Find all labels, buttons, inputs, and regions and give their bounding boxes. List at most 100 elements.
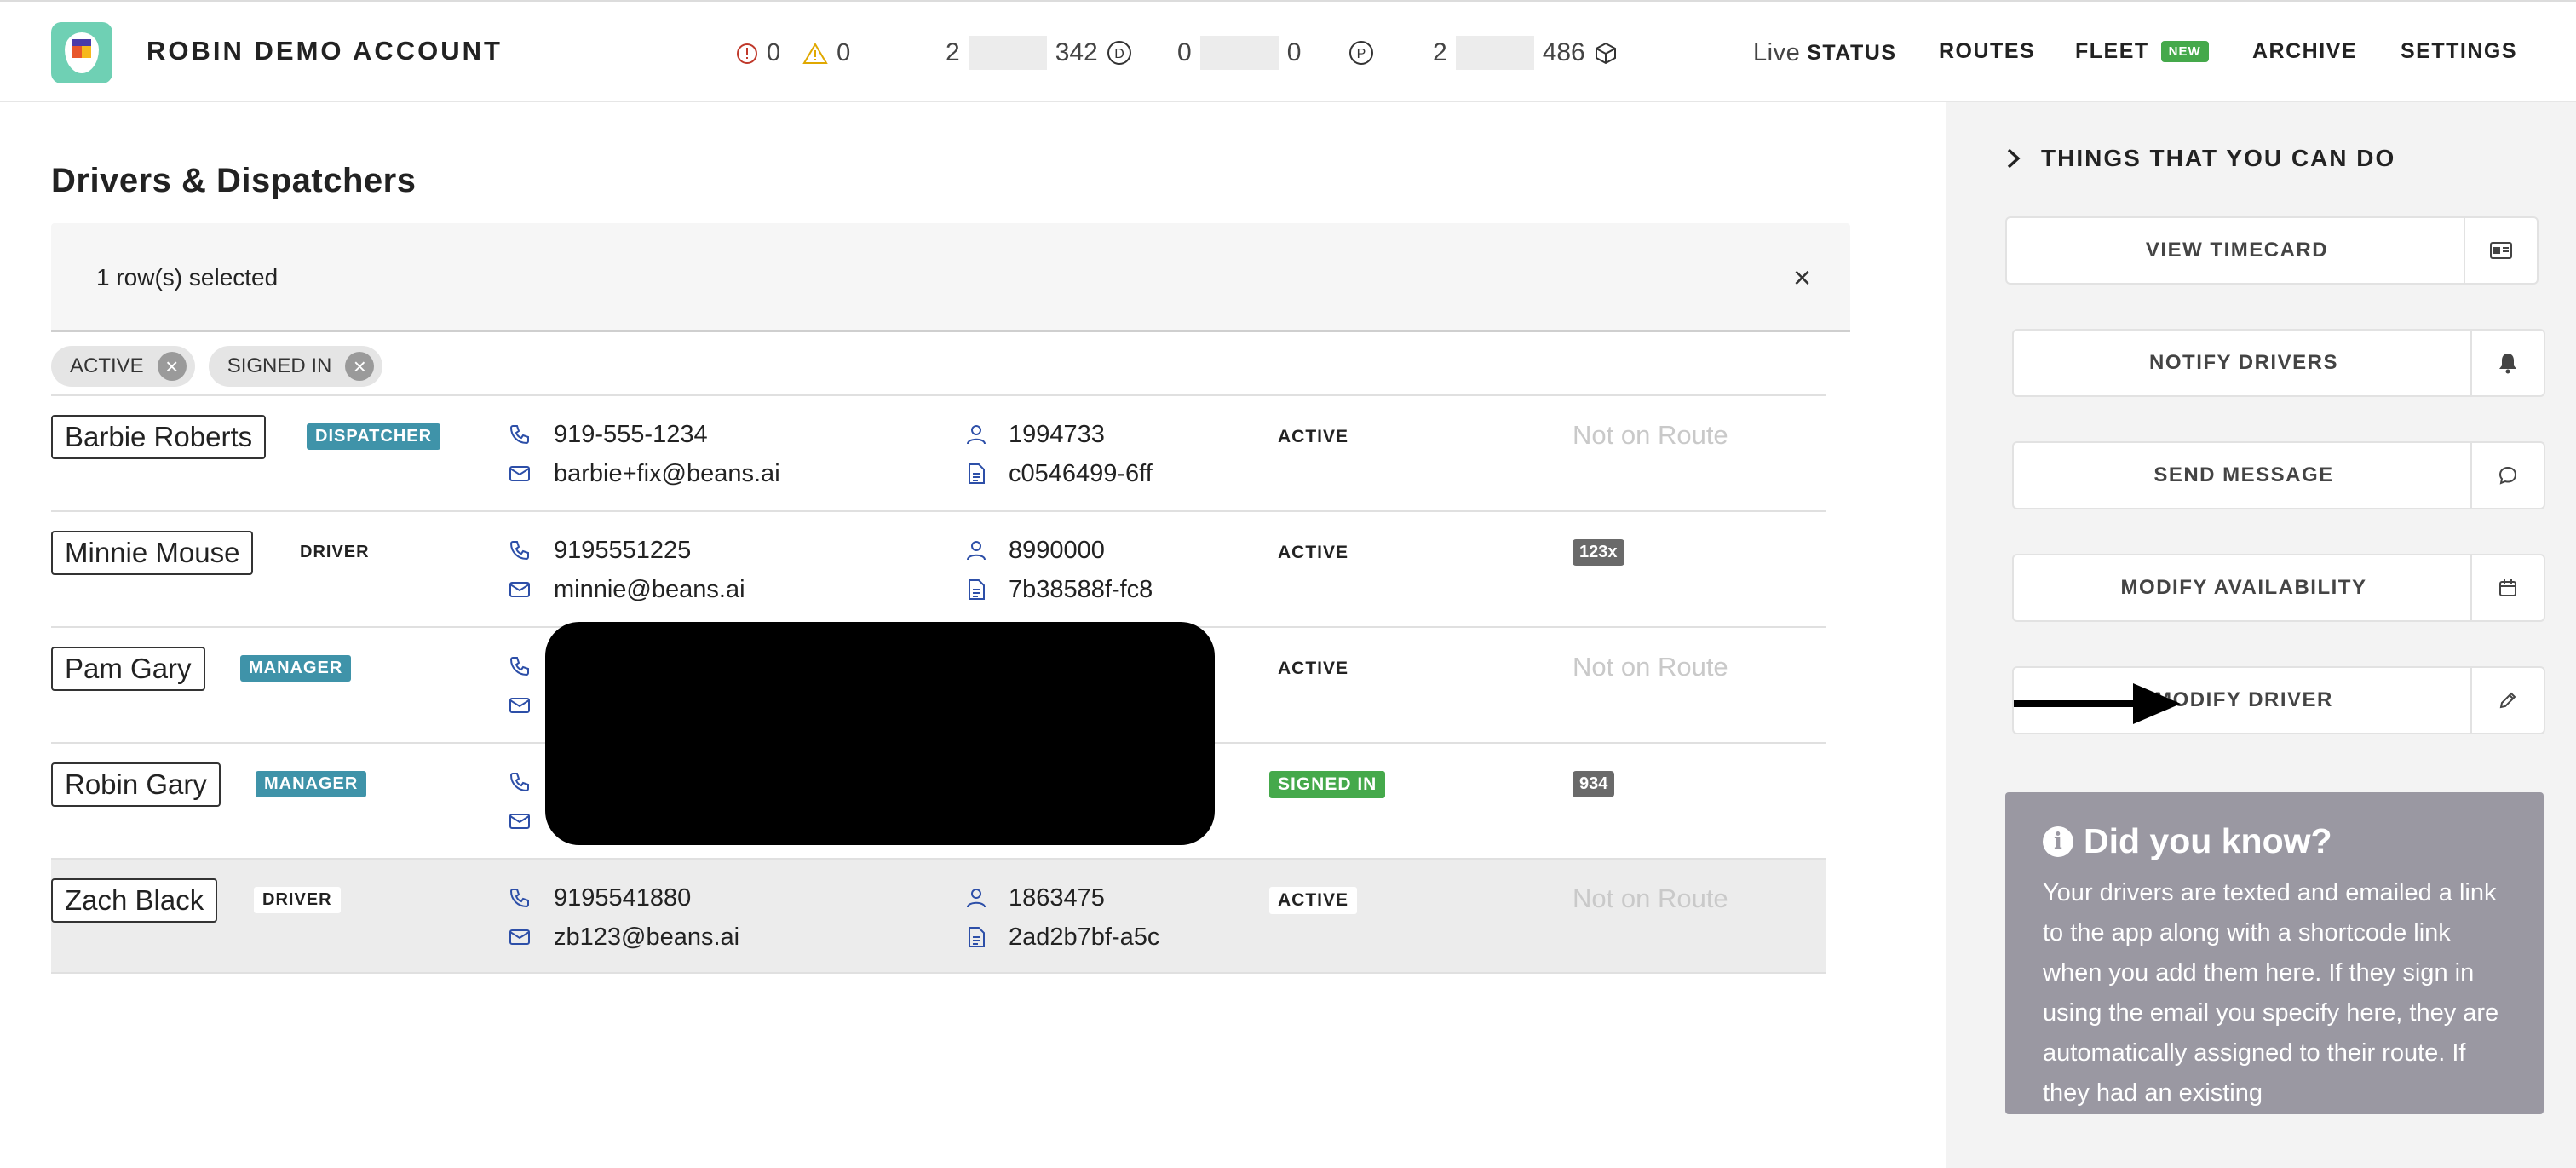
- stat-deliveries: 2 342 D: [946, 36, 1132, 70]
- stat-packages-done: 2: [1433, 38, 1447, 66]
- pointer-arrow-icon: [2014, 683, 2181, 724]
- timecard-icon: [2464, 218, 2537, 283]
- stat-packages-total: 486: [1542, 38, 1585, 66]
- filter-chip-signed-in[interactable]: SIGNED IN ×: [208, 346, 383, 387]
- send-message-label: SEND MESSAGE: [2153, 463, 2334, 486]
- email-icon: [509, 698, 530, 713]
- document-id: 7b38588f-fc8: [1009, 575, 1153, 603]
- stat-deliveries-total: 342: [1055, 38, 1098, 66]
- phone-icon: [509, 773, 529, 792]
- stat-deliveries-bar: [968, 36, 1047, 70]
- document-icon: [969, 463, 985, 484]
- nav-archive[interactable]: ARCHIVE: [2252, 39, 2357, 64]
- logo-pin-icon: [65, 32, 99, 73]
- id-info: 1994733 c0546499-6ff: [964, 415, 1153, 493]
- nav-live-status[interactable]: Live STATUS: [1753, 39, 1897, 67]
- filter-chip-active[interactable]: ACTIVE ×: [51, 346, 195, 387]
- phone-icon: [509, 541, 529, 561]
- notify-drivers-button[interactable]: NOTIFY DRIVERS: [2012, 329, 2545, 397]
- stat-packages: 2 486: [1433, 36, 1618, 70]
- pencil-icon: [2470, 668, 2544, 733]
- new-badge: NEW: [2160, 41, 2209, 62]
- document-id: c0546499-6ff: [1009, 459, 1153, 487]
- user-icon: [967, 889, 986, 908]
- selection-count: 1 row(s) selected: [96, 264, 279, 291]
- document-icon: [969, 927, 985, 947]
- filter-chips: ACTIVE × SIGNED IN ×: [51, 346, 383, 387]
- clear-selection-button[interactable]: ×: [1793, 257, 1811, 298]
- filter-chip-label: ACTIVE: [70, 354, 144, 377]
- route-badge[interactable]: 123x: [1573, 539, 1624, 566]
- email-icon: [509, 929, 530, 945]
- remove-filter-icon[interactable]: ×: [157, 352, 187, 381]
- email-icon: [509, 582, 530, 597]
- email-address: zb123@beans.ai: [554, 923, 740, 951]
- actions-header[interactable]: THINGS THAT YOU CAN DO: [2005, 145, 2395, 172]
- nav-fleet-label: FLEET: [2075, 39, 2149, 63]
- route-badge[interactable]: 934: [1573, 771, 1615, 797]
- driver-name[interactable]: Zach Black: [51, 878, 218, 923]
- chevron-right-icon: [2007, 148, 2021, 169]
- modify-availability-label: MODIFY AVAILABILITY: [2120, 576, 2367, 599]
- email-icon: [509, 466, 530, 481]
- delivery-d-icon: D: [1107, 41, 1131, 65]
- view-timecard-button[interactable]: VIEW TIMECARD: [2005, 216, 2539, 285]
- role-badge: DRIVER: [254, 887, 341, 913]
- stat-deliveries-done: 2: [946, 38, 960, 66]
- user-id: 8990000: [1009, 536, 1105, 564]
- id-info: 8990000 7b38588f-fc8: [964, 531, 1153, 609]
- modify-availability-button[interactable]: MODIFY AVAILABILITY: [2012, 554, 2545, 622]
- svg-text:P: P: [1357, 47, 1366, 61]
- view-timecard-label: VIEW TIMECARD: [2145, 239, 2329, 262]
- warning-icon: [802, 42, 828, 64]
- stat-pickups-done: 0: [1177, 38, 1192, 66]
- phone-number: 9195551225: [554, 536, 692, 564]
- svg-text:D: D: [1114, 47, 1124, 61]
- account-name: ROBIN DEMO ACCOUNT: [147, 36, 503, 66]
- nav-settings[interactable]: SETTINGS: [2401, 39, 2517, 64]
- route-status: Not on Route: [1573, 652, 1728, 682]
- phone-icon: [509, 889, 529, 908]
- table-row[interactable]: Minnie Mouse DRIVER 9195551225 minnie@be…: [51, 510, 1826, 626]
- user-icon: [967, 541, 986, 561]
- nav-fleet[interactable]: FLEET NEW: [2075, 39, 2209, 64]
- role-badge: DRIVER: [291, 539, 378, 566]
- pickup-p-icon: P: [1349, 41, 1374, 65]
- status-badge: ACTIVE: [1269, 539, 1358, 567]
- document-icon: [969, 579, 985, 600]
- actions-panel: THINGS THAT YOU CAN DO VIEW TIMECARD NOT…: [1946, 102, 2576, 1168]
- contact-info: 919-555-1234 barbie+fix@beans.ai: [508, 415, 780, 493]
- table-row[interactable]: Zach Black DRIVER 9195541880 zb123@beans…: [51, 858, 1826, 974]
- role-badge: MANAGER: [240, 655, 352, 682]
- remove-filter-icon[interactable]: ×: [345, 352, 375, 381]
- table-row[interactable]: Barbie Roberts DISPATCHER 919-555-1234 b…: [51, 394, 1826, 510]
- phone-icon: [509, 425, 529, 445]
- did-you-know-text: Your drivers are texted and emailed a li…: [2043, 879, 2499, 1107]
- role-badge: DISPATCHER: [307, 423, 441, 450]
- email-address: minnie@beans.ai: [554, 575, 745, 603]
- driver-name[interactable]: Robin Gary: [51, 762, 221, 807]
- driver-name[interactable]: Minnie Mouse: [51, 531, 254, 575]
- send-message-button[interactable]: SEND MESSAGE: [2012, 441, 2545, 509]
- notify-drivers-label: NOTIFY DRIVERS: [2149, 351, 2338, 374]
- route-status: Not on Route: [1573, 883, 1728, 913]
- route-status: Not on Route: [1573, 420, 1728, 450]
- alerts-summary[interactable]: 0 0: [736, 39, 850, 67]
- app-logo[interactable]: [51, 22, 112, 83]
- page-title: Drivers & Dispatchers: [51, 162, 417, 199]
- status-badge: SIGNED IN: [1269, 771, 1386, 798]
- document-id: 2ad2b7bf-a5c: [1009, 923, 1160, 951]
- info-icon: i: [2043, 826, 2073, 857]
- error-icon: [737, 43, 757, 64]
- id-info: 1863475 2ad2b7bf-a5c: [964, 878, 1159, 957]
- nav-routes[interactable]: ROUTES: [1939, 39, 2035, 64]
- email-address: barbie+fix@beans.ai: [554, 459, 780, 487]
- top-bar: ROBIN DEMO ACCOUNT 0 0 2 342 D 0 0 P 2 4…: [0, 0, 2576, 102]
- phone-icon: [509, 657, 529, 676]
- status-badge: ACTIVE: [1269, 655, 1358, 682]
- package-icon: [1595, 42, 1616, 65]
- driver-name[interactable]: Pam Gary: [51, 647, 205, 691]
- driver-name[interactable]: Barbie Roberts: [51, 415, 267, 459]
- contact-info: [508, 762, 532, 841]
- user-id: 1863475: [1009, 883, 1105, 912]
